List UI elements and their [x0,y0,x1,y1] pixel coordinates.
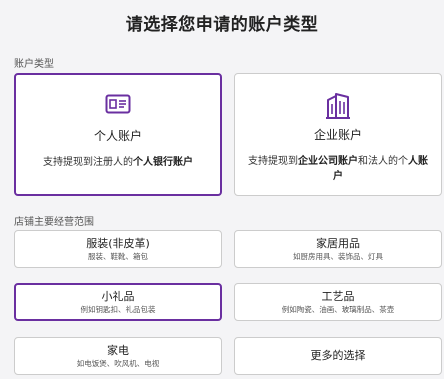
company-account-desc: 支持提现到企业公司账户和法人的个人账户 [248,156,428,182]
scope-option-crafts[interactable]: 工艺品 例如陶瓷、油画、玻璃制品、茶壶 [234,283,442,321]
scope-option-subtitle: 例如陶瓷、油画、玻璃制品、茶壶 [281,304,395,314]
id-card-icon [105,93,131,119]
scope-option-more[interactable]: 更多的选择 [234,337,442,375]
personal-account-desc: 支持提现到注册人的个人银行账户 [43,157,193,168]
company-account-title: 企业账户 [313,128,362,142]
account-type-page: 请选择您申请的账户类型 账户类型 个人账户 支持提现到注册人的个人银行账户 企业… [0,0,444,379]
scope-option-subtitle: 服装、鞋靴、箱包 [88,251,148,261]
scope-option-title: 小礼品 [101,289,135,303]
scope-option-subtitle: 如电饭煲、吹风机、电视 [76,358,160,368]
scope-option-subtitle: 如厨房用具、装饰品、灯具 [293,251,383,261]
scope-option-subtitle: 例如钥匙扣、礼品包装 [80,304,156,314]
account-type-label: 账户类型 [14,59,54,70]
business-scope-label: 店铺主要经营范围 [14,217,94,228]
personal-account-card[interactable]: 个人账户 支持提现到注册人的个人银行账户 [14,73,222,196]
scope-option-title: 家居用品 [316,236,360,250]
scope-option-small-gifts[interactable]: 小礼品 例如钥匙扣、礼品包装 [14,283,222,321]
scope-option-clothing[interactable]: 服装(非皮革) 服装、鞋靴、箱包 [14,230,222,268]
scope-option-appliances[interactable]: 家电 如电饭煲、吹风机、电视 [14,337,222,375]
scope-option-title: 服装(非皮革) [86,236,150,250]
scope-option-title: 家电 [107,343,129,357]
building-icon [325,92,351,124]
page-title: 请选择您申请的账户类型 [125,15,319,35]
personal-account-title: 个人账户 [93,129,142,143]
scope-option-home-goods[interactable]: 家居用品 如厨房用具、装饰品、灯具 [234,230,442,268]
scope-option-title: 更多的选择 [310,349,366,362]
company-account-card[interactable]: 企业账户 支持提现到企业公司账户和法人的个人账户 [234,73,442,196]
scope-option-title: 工艺品 [321,289,355,303]
